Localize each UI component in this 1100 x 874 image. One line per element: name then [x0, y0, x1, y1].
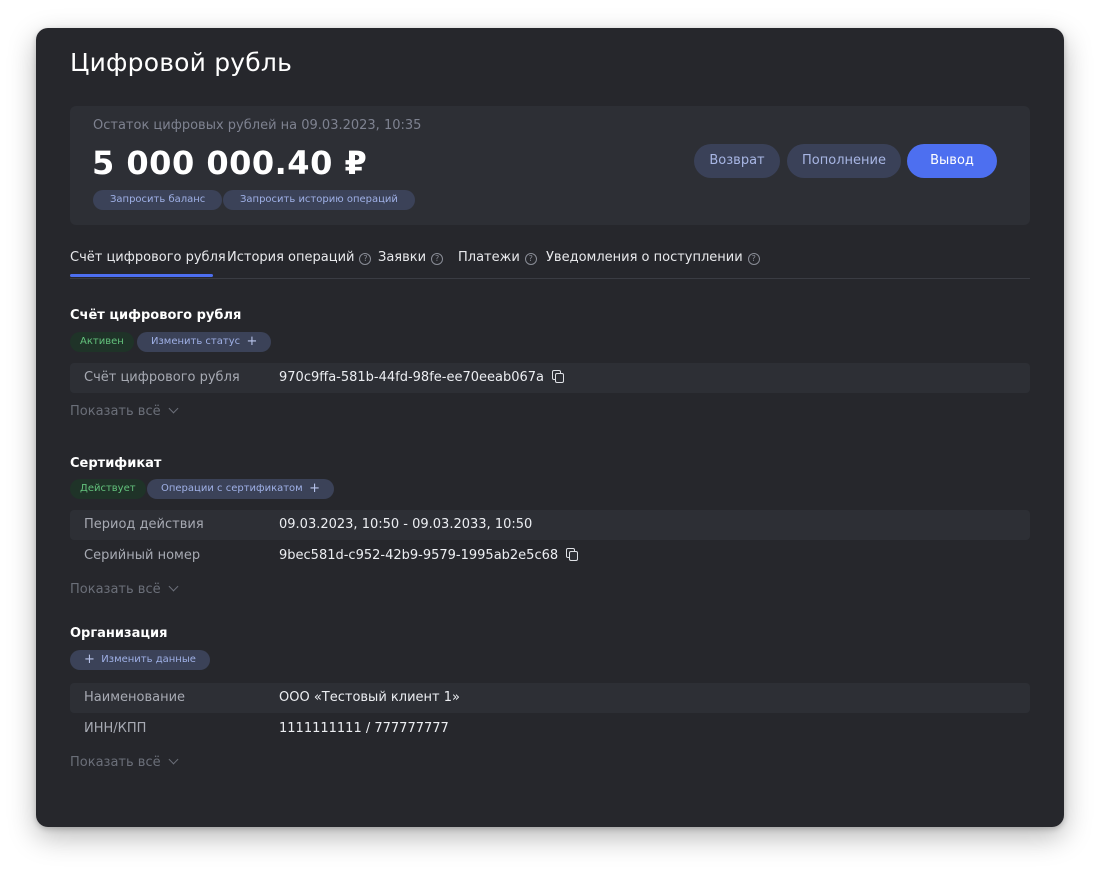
certificate-serial-row: Серийный номер 9bec581d-c952-42b9-9579-1… [70, 541, 1030, 571]
row-label: Наименование [84, 690, 186, 705]
show-all-label: Показать всё [70, 404, 161, 419]
row-value: 970c9ffa-581b-44fd-98fe-ee70eeab067a [279, 370, 565, 385]
tab-notifications-label: Уведомления о поступлении [546, 250, 743, 265]
edit-data-label: Изменить данные [101, 654, 196, 665]
help-icon[interactable]: ? [431, 253, 444, 265]
chevron-down-icon [168, 403, 179, 414]
change-status-button[interactable]: Изменить статус + [137, 332, 272, 352]
certificate-operations-button[interactable]: Операции с сертификатом + [147, 479, 334, 499]
withdraw-button[interactable]: Вывод [907, 144, 997, 178]
row-label: Серийный номер [84, 548, 201, 563]
return-button[interactable]: Возврат [694, 144, 780, 178]
chevron-down-icon [168, 581, 179, 592]
balance-caption: Остаток цифровых рублей на 09.03.2023, 1… [93, 118, 422, 133]
topup-button[interactable]: Пополнение [787, 144, 901, 178]
edit-data-button[interactable]: + Изменить данные [70, 650, 210, 670]
organization-inn-row: ИНН/КПП 1111111111 / 777777777 [70, 714, 1030, 744]
plus-icon: + [246, 334, 258, 349]
certificate-section-title: Сертификат [70, 456, 162, 471]
account-row: Счёт цифрового рубля 970c9ffa-581b-44fd-… [70, 363, 1030, 393]
tab-notifications[interactable]: Уведомления о поступлении? [546, 250, 760, 265]
main-panel: Цифровой рубль Остаток цифровых рублей н… [36, 28, 1064, 827]
plus-icon: + [84, 652, 95, 667]
request-balance-button[interactable]: Запросить баланс [93, 190, 223, 210]
copy-icon[interactable] [566, 548, 579, 561]
page-title: Цифровой рубль [70, 48, 293, 77]
tab-account[interactable]: Счёт цифрового рубля [70, 250, 226, 265]
row-value: 1111111111 / 777777777 [279, 721, 449, 736]
show-all-label: Показать всё [70, 582, 161, 597]
account-status-badge: Активен [70, 332, 134, 352]
active-tab-indicator [70, 274, 213, 277]
account-id-value: 970c9ffa-581b-44fd-98fe-ee70eeab067a [279, 370, 545, 385]
balance-amount: 5 000 000.40 ₽ [92, 144, 368, 182]
tab-account-label: Счёт цифрового рубля [70, 250, 226, 265]
tab-history-label: История операций [227, 250, 355, 265]
tab-history[interactable]: История операций? [227, 250, 372, 265]
plus-icon: + [309, 481, 320, 496]
serial-number-value: 9bec581d-c952-42b9-9579-1995ab2e5c68 [279, 548, 559, 563]
tab-requests[interactable]: Заявки? [378, 250, 444, 265]
change-status-label: Изменить статус [151, 336, 241, 347]
organization-section-title: Организация [70, 626, 168, 641]
account-section-title: Счёт цифрового рубля [70, 308, 242, 323]
certificate-operations-label: Операции с сертификатом [161, 483, 303, 494]
balance-card: Остаток цифровых рублей на 09.03.2023, 1… [70, 106, 1030, 225]
certificate-show-all[interactable]: Показать всё [70, 581, 179, 597]
help-icon[interactable]: ? [524, 253, 537, 265]
tab-payments-label: Платежи [458, 250, 520, 265]
help-icon[interactable]: ? [359, 253, 372, 265]
row-label: Период действия [84, 517, 204, 532]
request-history-button[interactable]: Запросить историю операций [223, 190, 415, 210]
row-label: Счёт цифрового рубля [84, 370, 240, 385]
tab-requests-label: Заявки [378, 250, 427, 265]
row-value: 9bec581d-c952-42b9-9579-1995ab2e5c68 [279, 548, 579, 563]
row-value: 09.03.2023, 10:50 - 09.03.2033, 10:50 [279, 517, 533, 532]
certificate-period-row: Период действия 09.03.2023, 10:50 - 09.0… [70, 510, 1030, 540]
row-value: ООО «Тестовый клиент 1» [279, 690, 460, 705]
chevron-down-icon [168, 754, 179, 765]
copy-icon[interactable] [552, 370, 565, 383]
certificate-status-badge: Действует [70, 479, 146, 499]
account-show-all[interactable]: Показать всё [70, 403, 179, 419]
show-all-label: Показать всё [70, 755, 161, 770]
row-label: ИНН/КПП [84, 721, 147, 736]
tab-bar: Счёт цифрового рубля История операций? З… [70, 242, 1030, 279]
organization-name-row: Наименование ООО «Тестовый клиент 1» [70, 683, 1030, 713]
organization-show-all[interactable]: Показать всё [70, 754, 179, 770]
tab-payments[interactable]: Платежи? [458, 250, 537, 265]
help-icon[interactable]: ? [747, 253, 760, 265]
